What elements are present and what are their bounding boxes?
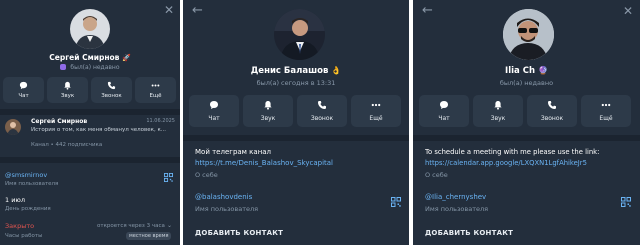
profile-panel-denis: ← Денис Балашов 👌 был(а) сегодня в 13:31… [183, 0, 409, 245]
chat-icon [19, 81, 28, 90]
call-button-label: Звонок [540, 115, 564, 122]
crystal-ball-icon: 🔮 [537, 66, 548, 75]
business-hours-opens: откроется через 3 часа [97, 223, 165, 229]
more-button-label: Ещё [149, 93, 162, 99]
channel-post-meta: Канал • 442 подписчика [31, 142, 103, 148]
profile-name-text: Денис Балашов [250, 66, 329, 76]
bio-text: To schedule a meeting with me please use… [425, 148, 600, 156]
birthday-value: 1 июл [5, 196, 26, 204]
qr-code-icon[interactable] [391, 197, 401, 207]
sound-button[interactable]: Звук [473, 95, 523, 127]
back-arrow-icon[interactable]: ← [422, 4, 433, 17]
business-hours-label: Часы работы [5, 233, 43, 239]
channel-post-text: История о том, как меня обманул человек,… [31, 127, 167, 133]
close-icon[interactable]: ✕ [164, 4, 174, 16]
profile-name-text: Ilia Ch [505, 66, 536, 76]
channel-avatar [5, 119, 21, 135]
close-icon[interactable]: ✕ [623, 5, 633, 17]
chat-button[interactable]: Чат [419, 95, 469, 127]
call-button-label: Звонок [310, 115, 334, 122]
birthday-label: День рождения [5, 206, 51, 212]
username-label: Имя пользователя [195, 205, 259, 213]
phone-icon [107, 81, 116, 90]
personal-channel-post[interactable]: Сергей Смирнов 11.06.2025 История о том,… [0, 115, 180, 155]
bell-icon [64, 81, 71, 90]
sound-button-label: Звук [60, 93, 75, 99]
profile-panel-ilia: ← ✕ Ilia Ch 🔮 был(а) недавно Чат Звук Зв… [413, 0, 640, 245]
bell-icon [264, 101, 272, 110]
qr-code-icon[interactable] [164, 173, 173, 182]
sound-button-label: Звук [260, 115, 276, 122]
more-button[interactable]: Ещё [351, 95, 401, 127]
action-buttons: Чат Звук Звонок Ещё [189, 95, 401, 127]
call-button-label: Звонок [101, 93, 122, 99]
bio-label: О себе [195, 171, 218, 179]
more-button[interactable]: Ещё [135, 77, 176, 103]
call-button[interactable]: Звонок [527, 95, 577, 127]
sound-button-label: Звук [490, 115, 506, 122]
chat-button[interactable]: Чат [3, 77, 44, 103]
more-button-label: Ещё [369, 115, 383, 122]
add-contact-button[interactable]: ДОБАВИТЬ КОНТАКТ [195, 229, 283, 237]
phone-icon [548, 101, 556, 109]
profile-name: Ilia Ch 🔮 [413, 66, 640, 76]
back-arrow-icon[interactable]: ← [192, 4, 203, 17]
profile-name: Сергей Смирнов 🚀 [0, 53, 180, 62]
profile-name: Денис Балашов 👌 [183, 66, 409, 76]
qr-code-icon[interactable] [621, 197, 631, 207]
profile-status-text: был(а) недавно [70, 64, 120, 71]
channel-post-author: Сергей Смирнов [31, 118, 88, 125]
profile-status: был(а) недавно [499, 79, 554, 87]
section-divider [0, 157, 180, 163]
username-label: Имя пользователя [425, 205, 489, 213]
more-button[interactable]: Ещё [581, 95, 631, 127]
username-value[interactable]: @Ilia_chernyshev [425, 193, 486, 201]
ok-hand-icon: 👌 [331, 66, 342, 75]
more-icon [151, 84, 160, 87]
bio-text: Мой телеграм канал [195, 148, 272, 156]
phone-icon [318, 101, 326, 109]
add-contact-button[interactable]: ДОБАВИТЬ КОНТАКТ [425, 229, 513, 237]
bio-link[interactable]: https://calendar.app.google/LXQXN1LgfAhi… [425, 159, 637, 167]
section-divider [183, 135, 409, 141]
local-time-badge[interactable]: местное время [126, 232, 172, 240]
avatar[interactable] [70, 9, 110, 49]
bio-link[interactable]: https://t.me/Denis_Balashov_Skycapital [195, 159, 405, 167]
chat-button[interactable]: Чат [189, 95, 239, 127]
channel-post-date: 11.06.2025 [146, 118, 175, 124]
chat-icon [440, 101, 448, 109]
sound-button[interactable]: Звук [47, 77, 88, 103]
more-icon [371, 103, 381, 107]
chat-button-label: Чат [18, 93, 29, 99]
username-value[interactable]: @balashovdenis [195, 193, 252, 201]
avatar[interactable] [503, 9, 554, 60]
action-buttons: Чат Звук Звонок Ещё [3, 77, 176, 103]
action-buttons: Чат Звук Звонок Ещё [419, 95, 631, 127]
bell-icon [494, 101, 502, 110]
chat-icon [210, 101, 218, 109]
section-divider [413, 135, 640, 141]
more-icon [601, 103, 611, 107]
emoji-status-icon [60, 64, 67, 70]
chevron-down-icon: ⌄ [167, 222, 173, 229]
username-value[interactable]: @smsmirnov [5, 171, 47, 179]
business-hours-status[interactable]: Закрыто [5, 222, 34, 230]
bio-label: О себе [425, 171, 448, 179]
more-button-label: Ещё [599, 115, 613, 122]
username-label: Имя пользователя [5, 181, 59, 187]
sound-button[interactable]: Звук [243, 95, 293, 127]
call-button[interactable]: Звонок [91, 77, 132, 103]
profile-name-text: Сергей Смирнов [49, 53, 120, 62]
call-button[interactable]: Звонок [297, 95, 347, 127]
chat-button-label: Чат [438, 115, 450, 122]
chat-button-label: Чат [208, 115, 220, 122]
profile-panel-sergey: ✕ Сергей Смирнов 🚀 был(а) недавно Чат Зв… [0, 0, 180, 245]
rocket-icon: 🚀 [122, 54, 131, 62]
profile-status: был(а) сегодня в 13:31 [256, 79, 336, 87]
avatar[interactable] [274, 9, 325, 60]
profile-status: был(а) недавно [0, 64, 180, 71]
